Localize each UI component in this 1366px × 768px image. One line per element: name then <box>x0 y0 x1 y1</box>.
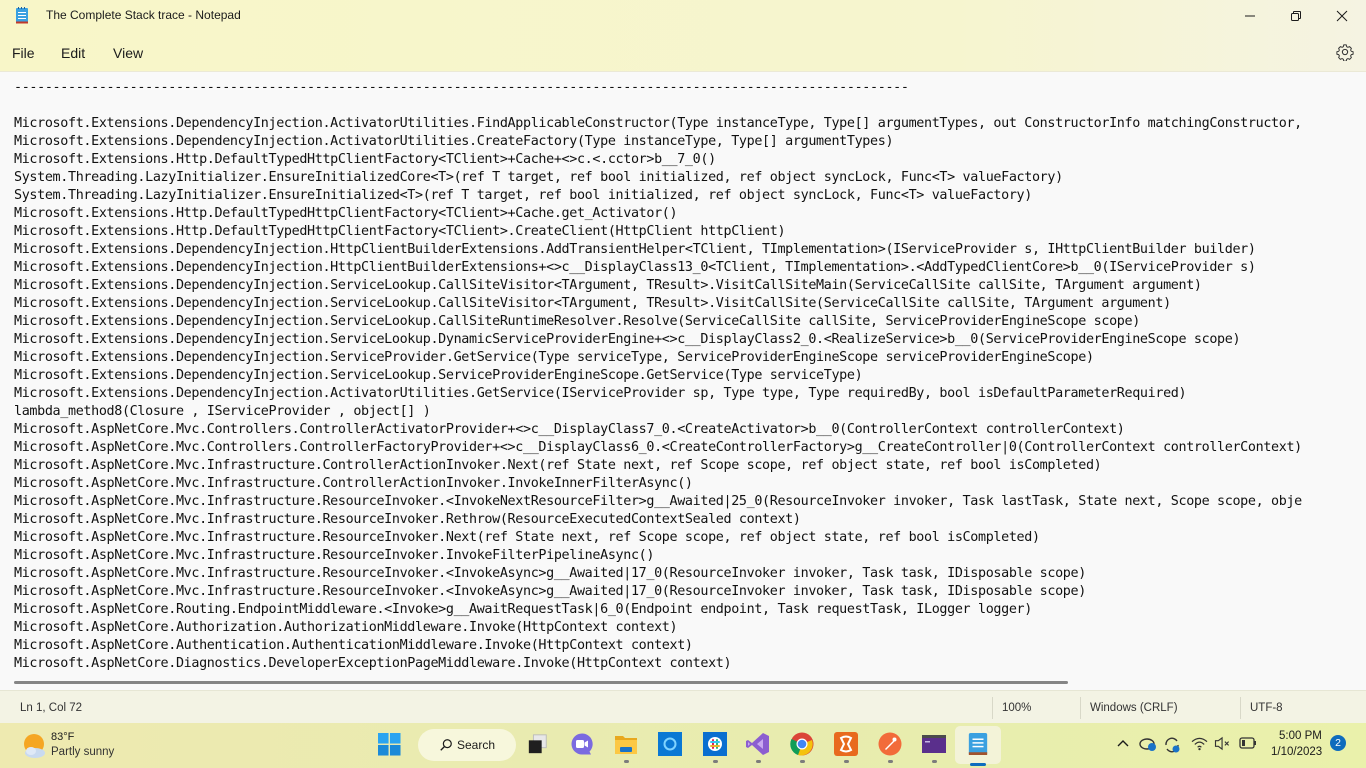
horizontal-scrollbar[interactable] <box>14 681 1068 684</box>
file-explorer-button[interactable] <box>614 732 638 756</box>
clock-date[interactable]: 1/10/2023 <box>1271 746 1322 758</box>
weather-temperature: 83°F <box>51 731 75 743</box>
running-indicator <box>756 760 761 763</box>
status-divider <box>992 697 993 719</box>
visual-studio-button[interactable] <box>746 732 770 756</box>
taskbar: 83°F Partly sunny Search 5:00 PM 1/10/20… <box>0 723 1366 768</box>
notepad-button[interactable] <box>966 732 990 756</box>
status-divider <box>1240 697 1241 719</box>
teams-chat-button[interactable] <box>570 732 594 756</box>
running-indicator <box>713 760 718 763</box>
task-view-button[interactable] <box>526 732 550 756</box>
window-title: The Complete Stack trace - Notepad <box>46 8 241 22</box>
search-icon <box>440 739 452 751</box>
active-indicator <box>970 763 986 766</box>
start-button[interactable] <box>377 732 401 756</box>
title-bar: The Complete Stack trace - Notepad <box>0 0 1366 32</box>
partly-sunny-icon <box>24 734 45 758</box>
weather-condition: Partly sunny <box>51 746 115 758</box>
terminal-icon <box>922 735 946 753</box>
postman-button[interactable] <box>878 732 902 756</box>
notepad-icon <box>16 7 28 24</box>
volume-muted-icon[interactable] <box>1214 736 1232 751</box>
restore-button[interactable] <box>1273 0 1319 32</box>
menu-edit[interactable]: Edit <box>61 45 85 61</box>
minimize-icon <box>1245 15 1255 17</box>
notification-badge[interactable]: 2 <box>1330 735 1346 751</box>
notepad-icon <box>968 733 988 755</box>
running-indicator <box>888 760 893 763</box>
running-indicator <box>844 760 849 763</box>
slack-button[interactable] <box>703 732 727 756</box>
wifi-icon[interactable] <box>1191 736 1208 751</box>
menu-view[interactable]: View <box>113 45 143 61</box>
sync-icon[interactable] <box>1163 736 1181 754</box>
cortana-button[interactable] <box>658 732 682 756</box>
running-indicator <box>624 760 629 763</box>
battery-icon[interactable] <box>1239 736 1257 750</box>
zoom-level[interactable]: 100% <box>1002 702 1031 714</box>
teams-chat-icon <box>571 733 593 755</box>
terminal-button[interactable] <box>922 732 946 756</box>
line-ending[interactable]: Windows (CRLF) <box>1090 702 1178 714</box>
xampp-icon <box>834 732 858 756</box>
close-icon <box>1336 10 1348 22</box>
gear-icon[interactable] <box>1336 43 1354 61</box>
minimize-button[interactable] <box>1227 0 1273 32</box>
menu-bar: File Edit View <box>0 32 1366 72</box>
onedrive-sync-icon[interactable] <box>1139 736 1157 752</box>
task-view-icon <box>528 734 547 754</box>
status-divider <box>1080 697 1081 719</box>
running-indicator <box>800 760 805 763</box>
running-indicator <box>932 760 937 763</box>
windows-start-icon <box>377 732 401 756</box>
slack-icon <box>703 732 727 756</box>
visual-studio-icon <box>746 733 769 755</box>
taskbar-search[interactable]: Search <box>418 729 516 761</box>
folder-icon <box>615 736 637 754</box>
xampp-button[interactable] <box>834 732 858 756</box>
menu-file[interactable]: File <box>12 45 35 61</box>
postman-icon <box>878 732 902 756</box>
clock-time[interactable]: 5:00 PM <box>1279 730 1322 742</box>
encoding[interactable]: UTF-8 <box>1250 702 1283 714</box>
cursor-position: Ln 1, Col 72 <box>20 702 83 714</box>
editor-content[interactable]: ----------------------------------------… <box>14 79 1302 673</box>
search-label: Search <box>457 738 496 752</box>
restore-icon <box>1291 11 1301 21</box>
text-editor[interactable]: ----------------------------------------… <box>0 72 1366 690</box>
chrome-button[interactable] <box>790 732 814 756</box>
cortana-icon <box>658 732 682 756</box>
chevron-up-icon[interactable] <box>1116 736 1130 750</box>
status-bar: Ln 1, Col 72 100% Windows (CRLF) UTF-8 <box>0 690 1366 723</box>
chrome-icon <box>790 732 814 756</box>
close-button[interactable] <box>1319 0 1365 32</box>
